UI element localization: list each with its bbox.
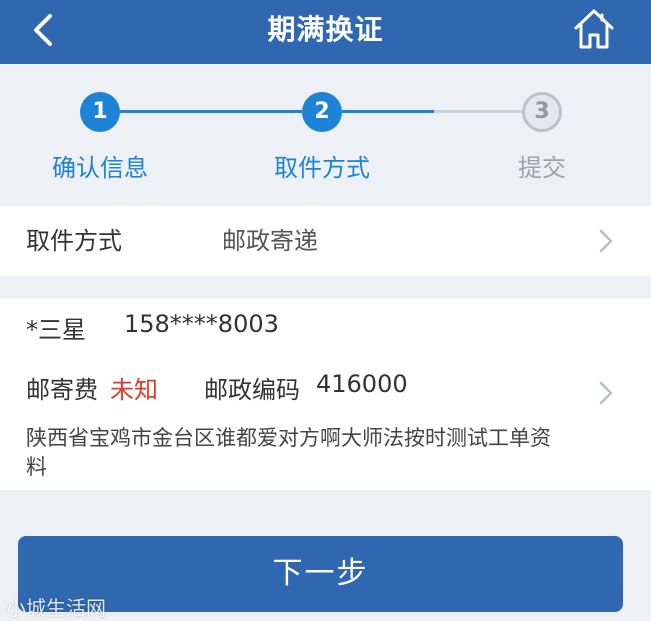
step-2-label: 取件方式 [274,154,370,182]
home-icon[interactable] [572,6,616,52]
step-3-label: 提交 [518,154,566,182]
step-1-label: 确认信息 [52,154,148,182]
pickup-method-value: 邮政寄递 [222,227,318,255]
page-title: 期满换证 [267,13,384,46]
step-2-circle: 2 [302,92,342,132]
recipient-phone: 158****8003 [124,310,279,338]
address-card[interactable]: *三星 158****8003 邮寄费 未知 邮政编码 416000 陕西省宝鸡… [0,298,651,490]
pickup-method-label: 取件方式 [26,227,122,255]
postage-fee-value: 未知 [110,376,158,404]
postage-fee-label: 邮寄费 [26,376,98,404]
chevron-right-icon [599,229,613,253]
step-line-done [118,110,302,113]
postcode-value: 416000 [316,370,408,398]
app-header: 期满换证 [0,0,651,64]
next-step-button[interactable]: 下一步 [18,536,623,612]
step-1-circle: 1 [80,92,120,132]
step-line-todo [434,110,522,113]
recipient-name: *三星 [26,316,86,344]
step-indicator: 1 2 3 确认信息 取件方式 提交 [0,64,651,204]
full-address: 陕西省宝鸡市金台区谁都爱对方啊大师法按时测试工单资料 [26,426,551,479]
postcode-label: 邮政编码 [204,376,300,404]
pickup-method-row[interactable]: 取件方式 邮政寄递 [0,206,651,276]
chevron-right-icon [599,381,613,405]
step-3-circle: 3 [522,92,562,132]
step-line-progress [342,110,434,113]
